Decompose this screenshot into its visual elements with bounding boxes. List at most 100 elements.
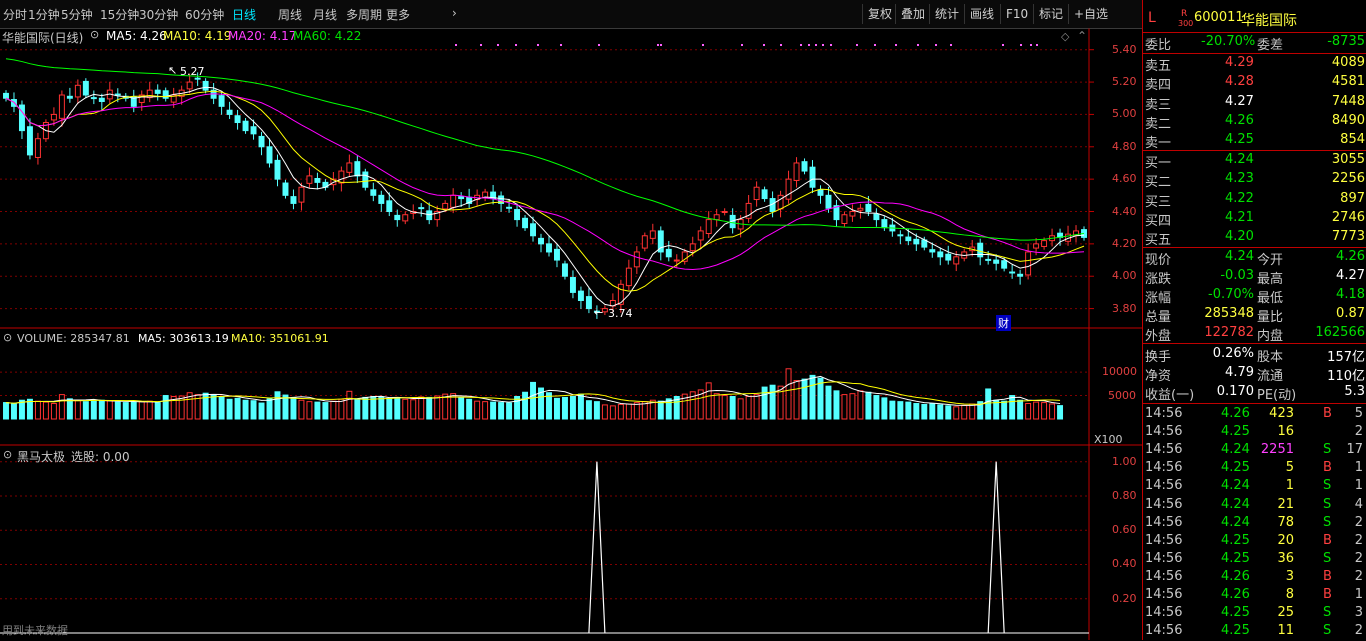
volume-bar <box>953 406 960 420</box>
toolbar-button-1[interactable]: 叠加 <box>895 4 930 24</box>
volume-bar <box>873 395 880 420</box>
toolbar-button-2[interactable]: 统计 <box>929 4 964 24</box>
event-marker <box>763 44 765 46</box>
weibi-label: 委比 <box>1145 38 1172 53</box>
period-tab-8[interactable]: 月线 <box>313 6 337 23</box>
toolbar-button-0[interactable]: 复权 <box>862 4 897 24</box>
tick-side: S <box>1323 496 1332 512</box>
candle-body <box>1017 273 1024 277</box>
book-label: 买二 <box>1145 175 1172 191</box>
candle-body <box>346 162 353 173</box>
volume-bar <box>785 368 792 420</box>
fund-label: PE(动) <box>1257 388 1297 403</box>
period-tab-2[interactable]: 5分钟 <box>61 6 93 23</box>
tick-time: 14:56 <box>1145 406 1183 421</box>
r-badge-num: 300 <box>1178 19 1194 28</box>
more-chevron-icon[interactable]: › <box>452 6 457 20</box>
volume-bar <box>74 400 81 420</box>
volume-bar <box>66 398 73 420</box>
tick-row[interactable]: 14:56 4.26 8 B 1 <box>1143 587 1366 605</box>
volume-ma5-label: MA5: 303613.19 <box>138 332 229 345</box>
tick-count: 2 <box>1354 514 1363 530</box>
tick-count: 2 <box>1354 568 1363 584</box>
collapse-icon[interactable]: ⊙ <box>90 28 99 41</box>
period-tab-1[interactable]: 1分钟 <box>28 6 60 23</box>
price-tick-8: 3.80 <box>1112 301 1137 315</box>
book-price: 4.28 <box>1225 74 1254 90</box>
book-price: 4.24 <box>1225 152 1254 167</box>
book-price: 4.27 <box>1225 93 1254 109</box>
candle-body <box>577 290 584 301</box>
finance-badge[interactable]: 财 <box>996 315 1011 331</box>
indicator-value: 选股: 0.00 <box>71 450 130 464</box>
volume-bar <box>617 403 624 420</box>
volume-bar <box>849 393 856 420</box>
period-tab-6[interactable]: 日线 <box>232 6 256 23</box>
event-marker <box>1020 44 1022 46</box>
price-tick-0: 5.40 <box>1112 42 1137 56</box>
indicator-collapse-icon[interactable]: ⊙ <box>3 448 12 461</box>
candle-body <box>538 237 544 245</box>
volume-title: VOLUME: 285347.81 <box>17 332 130 345</box>
tick-side: B <box>1323 460 1332 476</box>
candle-body <box>825 194 832 209</box>
candle-body <box>394 214 401 221</box>
fund-value: 110亿 <box>1327 369 1365 384</box>
volume-bar <box>721 395 728 420</box>
event-marker <box>950 44 952 46</box>
tick-time: 14:56 <box>1145 605 1183 621</box>
volume-bar <box>969 403 976 420</box>
volume-bar <box>961 404 968 420</box>
candle-body <box>993 259 1000 264</box>
volume-bar <box>809 374 816 420</box>
volume-bar <box>50 403 57 420</box>
book-price: 4.29 <box>1225 55 1254 70</box>
book-label: 买一 <box>1145 156 1172 171</box>
candle-body <box>641 235 648 249</box>
candle-body <box>865 203 872 213</box>
volume-bar <box>657 400 664 420</box>
fund-label: 收益(一) <box>1145 388 1195 403</box>
period-tab-5[interactable]: 60分钟 <box>185 6 224 23</box>
toolbar-button-5[interactable]: 标记 <box>1033 4 1068 24</box>
toolbar-button-4[interactable]: F10 <box>1000 4 1033 24</box>
volume-bar <box>210 394 217 420</box>
toolbar-button-3[interactable]: 画线 <box>964 4 999 24</box>
tick-row[interactable]: 14:56 4.26 423 B 5 <box>1143 406 1366 424</box>
period-tab-9[interactable]: 多周期 <box>346 6 382 23</box>
tick-row[interactable]: 14:56 4.24 21 S 4 <box>1143 497 1366 515</box>
tick-row[interactable]: 14:56 4.24 1 S 1 <box>1143 478 1366 496</box>
tick-row[interactable]: 14:56 4.25 20 B 2 <box>1143 533 1366 551</box>
period-tab-7[interactable]: 周线 <box>278 6 302 23</box>
book-volume: 3055 <box>1331 152 1365 167</box>
period-tab-3[interactable]: 15分钟 <box>100 6 139 23</box>
tick-row[interactable]: 14:56 4.25 16 2 <box>1143 424 1366 442</box>
tick-row[interactable]: 14:56 4.25 11 S 2 <box>1143 623 1366 641</box>
fund-row: 净资 4.79 流通 110亿 <box>1143 365 1366 384</box>
diamond-icon[interactable]: ◇ <box>1061 30 1069 43</box>
tick-row[interactable]: 14:56 4.25 5 B 1 <box>1143 460 1366 478</box>
period-tab-10[interactable]: 更多 <box>386 6 410 23</box>
tick-price: 4.24 <box>1221 496 1250 512</box>
tick-row[interactable]: 14:56 4.24 78 S 2 <box>1143 515 1366 533</box>
bid-row: 买三 4.22 897 <box>1143 191 1366 210</box>
candle-body <box>114 93 121 96</box>
tick-row[interactable]: 14:56 4.25 25 S 3 <box>1143 605 1366 623</box>
r-badge: R <box>1181 9 1188 19</box>
tick-volume: 78 <box>1277 514 1294 530</box>
candle-body <box>3 92 9 99</box>
tick-row[interactable]: 14:56 4.24 2251 S 17 <box>1143 442 1366 460</box>
period-tab-0[interactable]: 分时 <box>3 6 27 23</box>
period-tab-4[interactable]: 30分钟 <box>139 6 178 23</box>
tick-row[interactable]: 14:56 4.26 3 B 2 <box>1143 569 1366 587</box>
volume-collapse-icon[interactable]: ⊙ <box>3 331 12 344</box>
volume-bar <box>58 394 65 420</box>
ma10-line <box>5 90 1085 292</box>
tick-row[interactable]: 14:56 4.25 36 S 2 <box>1143 551 1366 569</box>
pane-collapse-icon[interactable]: ⌃ <box>1077 29 1087 43</box>
candle-body <box>913 238 920 245</box>
volume-bar <box>577 393 584 420</box>
toolbar-button-6[interactable]: +自选 <box>1068 4 1113 24</box>
tick-count: 5 <box>1354 406 1363 421</box>
book-volume: 4581 <box>1331 74 1365 90</box>
